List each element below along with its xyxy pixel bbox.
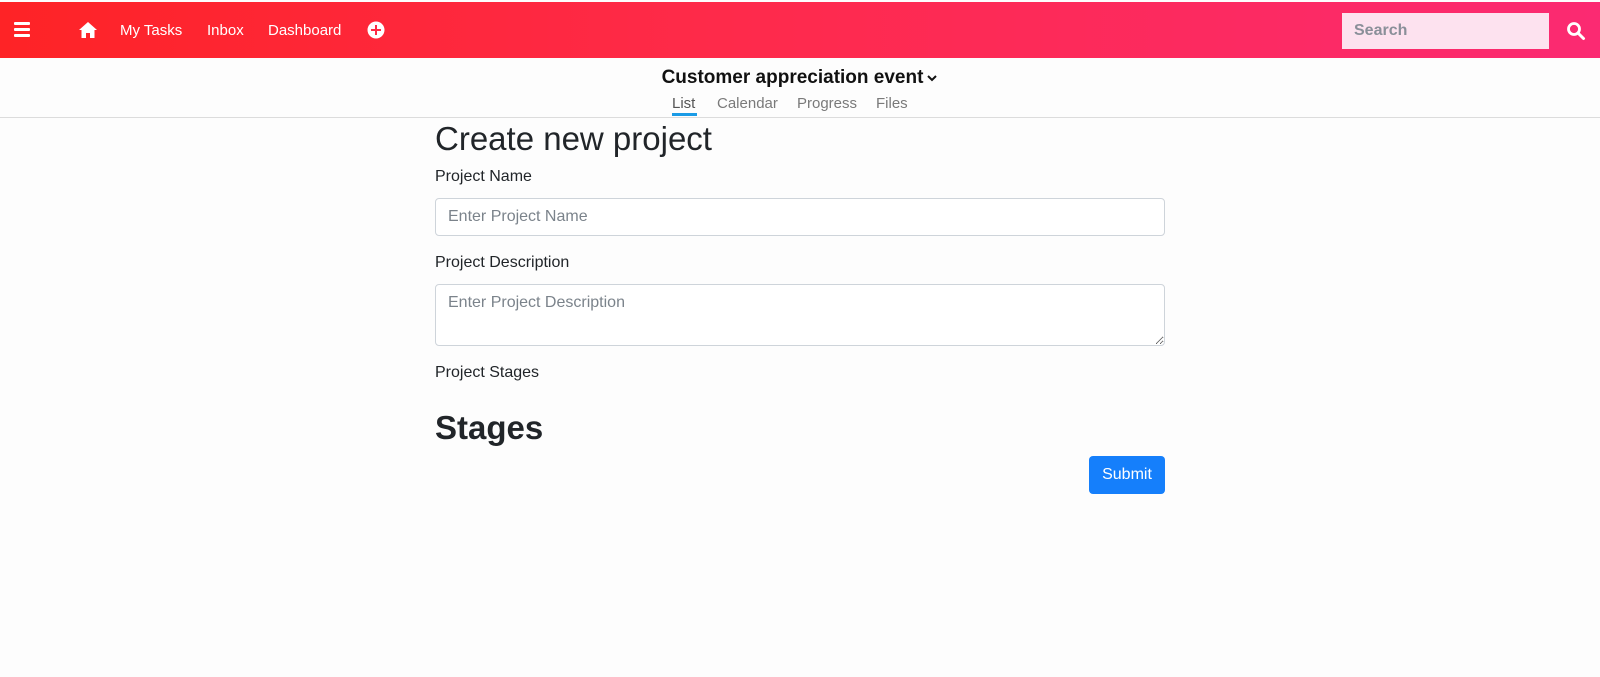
project-description-label: Project Description	[435, 254, 570, 271]
nav-link-inbox[interactable]: Inbox	[207, 21, 244, 41]
stages-heading: Stages	[435, 409, 544, 446]
project-name-label: Project Name	[435, 168, 532, 185]
nav-link-my-tasks[interactable]: My Tasks	[120, 21, 182, 41]
tab-progress[interactable]: Progress	[797, 94, 857, 114]
project-title-dropdown[interactable]: Customer appreciation event	[0, 67, 1600, 89]
search-input[interactable]	[1342, 13, 1549, 49]
tab-calendar[interactable]: Calendar	[717, 94, 778, 114]
tab-list[interactable]: List	[672, 94, 695, 114]
project-name-input[interactable]	[435, 198, 1165, 236]
tab-files[interactable]: Files	[876, 94, 908, 114]
nav-link-dashboard[interactable]: Dashboard	[268, 21, 341, 41]
project-description-textarea[interactable]	[435, 284, 1165, 346]
project-header: Customer appreciation event List Calenda…	[0, 58, 1600, 118]
chevron-down-icon	[927, 75, 938, 82]
project-stages-label: Project Stages	[435, 364, 540, 381]
top-navbar: My Tasks Inbox Dashboard	[0, 2, 1600, 58]
plus-circle-icon[interactable]	[367, 21, 385, 39]
page-title: Create new project	[435, 120, 712, 157]
search-icon[interactable]	[1566, 21, 1586, 41]
active-tab-indicator	[672, 113, 697, 116]
project-title: Customer appreciation event	[661, 67, 924, 88]
hamburger-menu-icon[interactable]	[14, 22, 30, 38]
home-icon[interactable]	[78, 21, 98, 39]
submit-button[interactable]: Submit	[1089, 456, 1165, 494]
